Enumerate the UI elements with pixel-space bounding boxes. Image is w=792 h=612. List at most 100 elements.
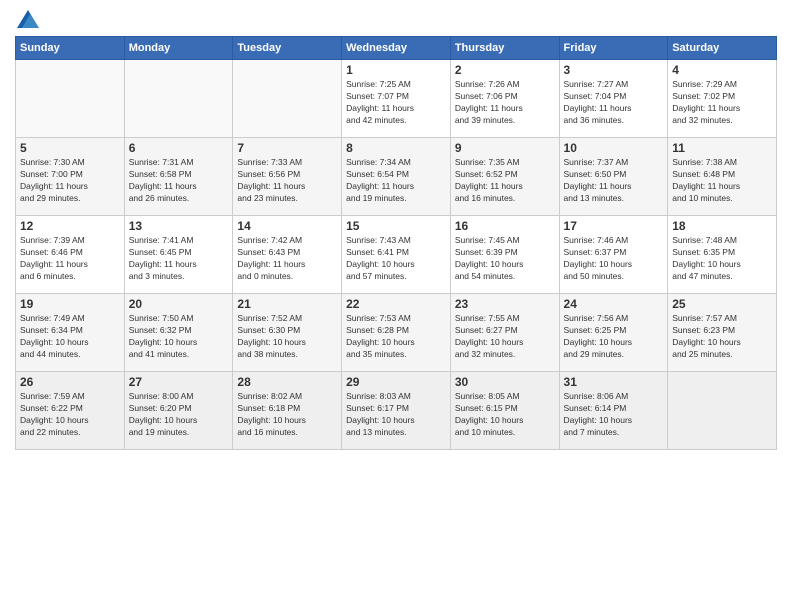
weekday-header-tuesday: Tuesday	[233, 37, 342, 60]
day-number: 3	[564, 63, 664, 77]
calendar-cell	[124, 60, 233, 138]
day-info: Sunrise: 8:03 AM Sunset: 6:17 PM Dayligh…	[346, 391, 446, 439]
day-number: 10	[564, 141, 664, 155]
weekday-header-wednesday: Wednesday	[342, 37, 451, 60]
calendar-cell: 29 Sunrise: 8:03 AM Sunset: 6:17 PM Dayli…	[342, 372, 451, 450]
page-header	[15, 10, 777, 28]
day-info: Sunrise: 8:02 AM Sunset: 6:18 PM Dayligh…	[237, 391, 337, 439]
calendar-cell: 21Sunrise: 7:52 AM Sunset: 6:30 PM Dayli…	[233, 294, 342, 372]
calendar-cell: 12Sunrise: 7:39 AM Sunset: 6:46 PM Dayli…	[16, 216, 125, 294]
day-number: 27	[129, 375, 229, 389]
calendar-cell: 11 Sunrise: 7:38 AM Sunset: 6:48 PM Dayli…	[668, 138, 777, 216]
day-number: 20	[129, 297, 229, 311]
day-number: 9	[455, 141, 555, 155]
day-info: Sunrise: 7:55 AM Sunset: 6:27 PM Dayligh…	[455, 313, 555, 361]
day-info: Sunrise: 7:26 AM Sunset: 7:06 PM Dayligh…	[455, 79, 555, 127]
calendar-cell: 20 Sunrise: 7:50 AM Sunset: 6:32 PM Dayli…	[124, 294, 233, 372]
week-row-2: 5 Sunrise: 7:30 AM Sunset: 7:00 PM Daylig…	[16, 138, 777, 216]
day-info: Sunrise: 7:30 AM Sunset: 7:00 PM Dayligh…	[20, 157, 120, 205]
day-info: Sunrise: 8:05 AM Sunset: 6:15 PM Dayligh…	[455, 391, 555, 439]
calendar-cell: 7 Sunrise: 7:33 AM Sunset: 6:56 PM Daylig…	[233, 138, 342, 216]
day-info: Sunrise: 7:49 AM Sunset: 6:34 PM Dayligh…	[20, 313, 120, 361]
day-info: Sunrise: 7:37 AM Sunset: 6:50 PM Dayligh…	[564, 157, 664, 205]
calendar-cell: 2 Sunrise: 7:26 AM Sunset: 7:06 PM Daylig…	[450, 60, 559, 138]
day-number: 21	[237, 297, 337, 311]
day-info: Sunrise: 7:56 AM Sunset: 6:25 PM Dayligh…	[564, 313, 664, 361]
week-row-3: 12Sunrise: 7:39 AM Sunset: 6:46 PM Dayli…	[16, 216, 777, 294]
calendar-cell	[16, 60, 125, 138]
logo	[15, 10, 39, 28]
weekday-header-saturday: Saturday	[668, 37, 777, 60]
calendar-cell: 15 Sunrise: 7:43 AM Sunset: 6:41 PM Dayli…	[342, 216, 451, 294]
day-info: Sunrise: 7:38 AM Sunset: 6:48 PM Dayligh…	[672, 157, 772, 205]
day-number: 30	[455, 375, 555, 389]
day-info: Sunrise: 7:45 AM Sunset: 6:39 PM Dayligh…	[455, 235, 555, 283]
day-info: Sunrise: 7:50 AM Sunset: 6:32 PM Dayligh…	[129, 313, 229, 361]
logo-icon	[17, 10, 39, 28]
day-info: Sunrise: 7:41 AM Sunset: 6:45 PM Dayligh…	[129, 235, 229, 283]
calendar-cell: 23 Sunrise: 7:55 AM Sunset: 6:27 PM Dayli…	[450, 294, 559, 372]
day-number: 16	[455, 219, 555, 233]
day-number: 24	[564, 297, 664, 311]
calendar-cell	[668, 372, 777, 450]
day-info: Sunrise: 7:39 AM Sunset: 6:46 PM Dayligh…	[20, 235, 120, 283]
calendar-cell: 9 Sunrise: 7:35 AM Sunset: 6:52 PM Daylig…	[450, 138, 559, 216]
weekday-header-row: SundayMondayTuesdayWednesdayThursdayFrid…	[16, 37, 777, 60]
weekday-header-thursday: Thursday	[450, 37, 559, 60]
day-info: Sunrise: 7:57 AM Sunset: 6:23 PM Dayligh…	[672, 313, 772, 361]
day-info: Sunrise: 7:27 AM Sunset: 7:04 PM Dayligh…	[564, 79, 664, 127]
day-info: Sunrise: 8:00 AM Sunset: 6:20 PM Dayligh…	[129, 391, 229, 439]
day-info: Sunrise: 7:53 AM Sunset: 6:28 PM Dayligh…	[346, 313, 446, 361]
calendar-cell: 24 Sunrise: 7:56 AM Sunset: 6:25 PM Dayli…	[559, 294, 668, 372]
day-number: 4	[672, 63, 772, 77]
calendar-cell	[233, 60, 342, 138]
calendar-cell: 17Sunrise: 7:46 AM Sunset: 6:37 PM Dayli…	[559, 216, 668, 294]
calendar-cell: 27 Sunrise: 8:00 AM Sunset: 6:20 PM Dayli…	[124, 372, 233, 450]
day-info: Sunrise: 7:46 AM Sunset: 6:37 PM Dayligh…	[564, 235, 664, 283]
week-row-5: 26Sunrise: 7:59 AM Sunset: 6:22 PM Dayli…	[16, 372, 777, 450]
day-info: Sunrise: 7:31 AM Sunset: 6:58 PM Dayligh…	[129, 157, 229, 205]
day-number: 15	[346, 219, 446, 233]
calendar-cell: 8Sunrise: 7:34 AM Sunset: 6:54 PM Daylig…	[342, 138, 451, 216]
day-info: Sunrise: 7:25 AM Sunset: 7:07 PM Dayligh…	[346, 79, 446, 127]
day-number: 11	[672, 141, 772, 155]
day-info: Sunrise: 7:48 AM Sunset: 6:35 PM Dayligh…	[672, 235, 772, 283]
calendar-cell: 22Sunrise: 7:53 AM Sunset: 6:28 PM Dayli…	[342, 294, 451, 372]
day-number: 19	[20, 297, 120, 311]
weekday-header-monday: Monday	[124, 37, 233, 60]
day-number: 7	[237, 141, 337, 155]
day-info: Sunrise: 7:42 AM Sunset: 6:43 PM Dayligh…	[237, 235, 337, 283]
day-number: 1	[346, 63, 446, 77]
calendar-cell: 28Sunrise: 8:02 AM Sunset: 6:18 PM Dayli…	[233, 372, 342, 450]
calendar-cell: 19 Sunrise: 7:49 AM Sunset: 6:34 PM Dayli…	[16, 294, 125, 372]
weekday-header-sunday: Sunday	[16, 37, 125, 60]
calendar-cell: 26Sunrise: 7:59 AM Sunset: 6:22 PM Dayli…	[16, 372, 125, 450]
calendar-cell: 16 Sunrise: 7:45 AM Sunset: 6:39 PM Dayli…	[450, 216, 559, 294]
calendar-cell: 31 Sunrise: 8:06 AM Sunset: 6:14 PM Dayli…	[559, 372, 668, 450]
day-number: 25	[672, 297, 772, 311]
calendar-cell: 18Sunrise: 7:48 AM Sunset: 6:35 PM Dayli…	[668, 216, 777, 294]
calendar-cell: 6Sunrise: 7:31 AM Sunset: 6:58 PM Daylig…	[124, 138, 233, 216]
day-number: 23	[455, 297, 555, 311]
calendar-cell: 10 Sunrise: 7:37 AM Sunset: 6:50 PM Dayli…	[559, 138, 668, 216]
day-number: 5	[20, 141, 120, 155]
day-number: 29	[346, 375, 446, 389]
day-number: 26	[20, 375, 120, 389]
day-info: Sunrise: 7:43 AM Sunset: 6:41 PM Dayligh…	[346, 235, 446, 283]
day-number: 14	[237, 219, 337, 233]
day-number: 31	[564, 375, 664, 389]
day-info: Sunrise: 7:33 AM Sunset: 6:56 PM Dayligh…	[237, 157, 337, 205]
day-info: Sunrise: 8:06 AM Sunset: 6:14 PM Dayligh…	[564, 391, 664, 439]
calendar-cell: 1 Sunrise: 7:25 AM Sunset: 7:07 PM Daylig…	[342, 60, 451, 138]
week-row-1: 1 Sunrise: 7:25 AM Sunset: 7:07 PM Daylig…	[16, 60, 777, 138]
day-info: Sunrise: 7:35 AM Sunset: 6:52 PM Dayligh…	[455, 157, 555, 205]
calendar-cell: 4 Sunrise: 7:29 AM Sunset: 7:02 PM Daylig…	[668, 60, 777, 138]
calendar-table: SundayMondayTuesdayWednesdayThursdayFrid…	[15, 36, 777, 450]
day-number: 2	[455, 63, 555, 77]
calendar-cell: 13 Sunrise: 7:41 AM Sunset: 6:45 PM Dayli…	[124, 216, 233, 294]
day-number: 13	[129, 219, 229, 233]
day-info: Sunrise: 7:29 AM Sunset: 7:02 PM Dayligh…	[672, 79, 772, 127]
calendar-cell: 25 Sunrise: 7:57 AM Sunset: 6:23 PM Dayli…	[668, 294, 777, 372]
day-info: Sunrise: 7:34 AM Sunset: 6:54 PM Dayligh…	[346, 157, 446, 205]
calendar-cell: 14 Sunrise: 7:42 AM Sunset: 6:43 PM Dayli…	[233, 216, 342, 294]
